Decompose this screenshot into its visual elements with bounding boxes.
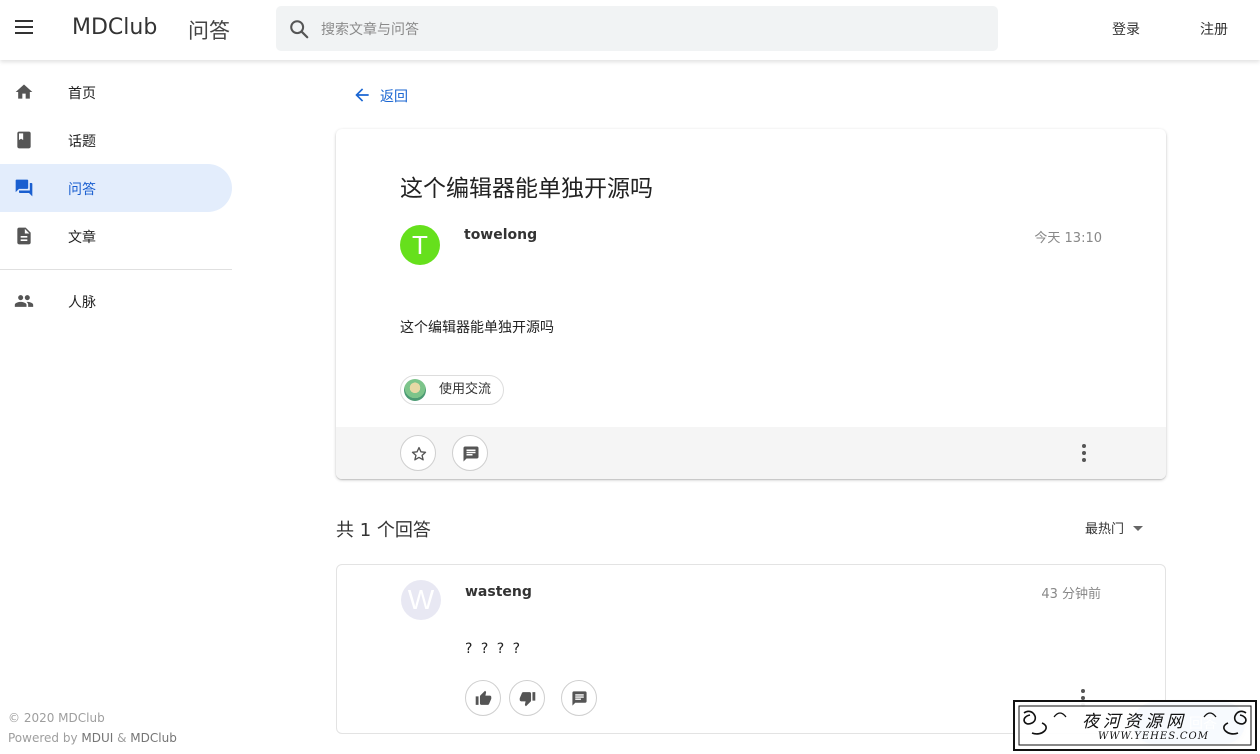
comment-button[interactable]: [452, 435, 488, 471]
question-title: 这个编辑器能单独开源吗: [400, 176, 653, 202]
sidebar: 首页 话题 问答 文章 人脉 © 2020 MDClub Powered by …: [0, 60, 232, 754]
login-button[interactable]: 登录: [1112, 19, 1140, 39]
watermark-title: 夜河资源网: [1082, 712, 1187, 732]
watermark: 夜河资源网 WWW.YEHES.COM: [1010, 697, 1260, 754]
sidebar-item-home[interactable]: 首页: [0, 68, 232, 116]
comment-icon: [572, 691, 587, 706]
topic-image: [404, 379, 426, 401]
question-actions: [336, 427, 1166, 479]
sidebar-item-label: 话题: [68, 134, 96, 150]
arrow-drop-down-icon[interactable]: [1133, 526, 1143, 531]
answer-author[interactable]: wasteng: [465, 584, 532, 600]
sidebar-item-people[interactable]: 人脉: [0, 277, 232, 325]
back-label: 返回: [380, 89, 408, 105]
app-bar: MDClub 问答 搜索文章与问答 登录 注册: [0, 0, 1260, 60]
answers-count: 共 1 个回答: [336, 520, 431, 541]
avatar[interactable]: W: [401, 580, 441, 620]
topic-label: 使用交流: [439, 382, 492, 397]
mdui-link[interactable]: MDUI: [81, 731, 113, 745]
comment-icon: [463, 446, 479, 462]
more-vert-icon[interactable]: [1081, 444, 1087, 464]
sidebar-divider: [0, 269, 232, 270]
sidebar-item-label: 问答: [68, 182, 96, 198]
footer-powered-by: Powered by MDUI & MDClub: [8, 731, 177, 745]
book-icon: [17, 131, 31, 149]
watermark-url: WWW.YEHES.COM: [1098, 731, 1209, 742]
sidebar-item-label: 文章: [68, 230, 96, 246]
people-icon: [14, 295, 34, 307]
sidebar-item-topics[interactable]: 话题: [0, 116, 232, 164]
app-brand[interactable]: MDClub: [72, 15, 157, 40]
home-icon: [15, 84, 33, 99]
thumb-up-icon: [475, 690, 492, 705]
thumb-down-icon: [519, 692, 536, 707]
sidebar-item-label: 人脉: [68, 295, 96, 311]
question-author[interactable]: towelong: [464, 227, 537, 243]
question-body: 这个编辑器能单独开源吗: [400, 320, 554, 336]
answer-comment-button[interactable]: [561, 680, 597, 716]
question-time: 今天 13:10: [1034, 231, 1102, 246]
sort-dropdown[interactable]: 最热门: [1085, 518, 1124, 537]
sidebar-item-articles[interactable]: 文章: [0, 212, 232, 260]
arrow-back-icon: [355, 88, 369, 102]
description-icon: [17, 227, 31, 245]
mdclub-link[interactable]: MDClub: [130, 731, 177, 745]
avatar[interactable]: T: [400, 225, 440, 265]
answer-time: 43 分钟前: [1041, 587, 1101, 602]
follow-button[interactable]: [400, 435, 436, 471]
footer-copyright: © 2020 MDClub: [8, 711, 105, 725]
footer-powered-prefix: Powered by: [8, 731, 82, 745]
forum-icon: [15, 179, 33, 197]
star-icon: [411, 446, 427, 461]
register-button[interactable]: 注册: [1200, 19, 1228, 39]
sidebar-item-label: 首页: [68, 86, 96, 102]
question-card: 这个编辑器能单独开源吗 T towelong 今天 13:10 这个编辑器能单独…: [336, 129, 1166, 479]
answer-body: ? ? ? ?: [465, 641, 523, 657]
downvote-button[interactable]: [509, 680, 545, 716]
menu-icon[interactable]: [12, 16, 36, 40]
footer-amp: &: [113, 731, 131, 745]
search-icon: [290, 20, 309, 39]
search-bar[interactable]: 搜索文章与问答: [276, 6, 998, 51]
topic-chip[interactable]: 使用交流: [400, 375, 505, 405]
sidebar-item-questions[interactable]: 问答: [0, 164, 232, 212]
page-section-title: 问答: [188, 19, 230, 43]
upvote-button[interactable]: [465, 680, 501, 716]
search-input[interactable]: 搜索文章与问答: [321, 19, 419, 39]
